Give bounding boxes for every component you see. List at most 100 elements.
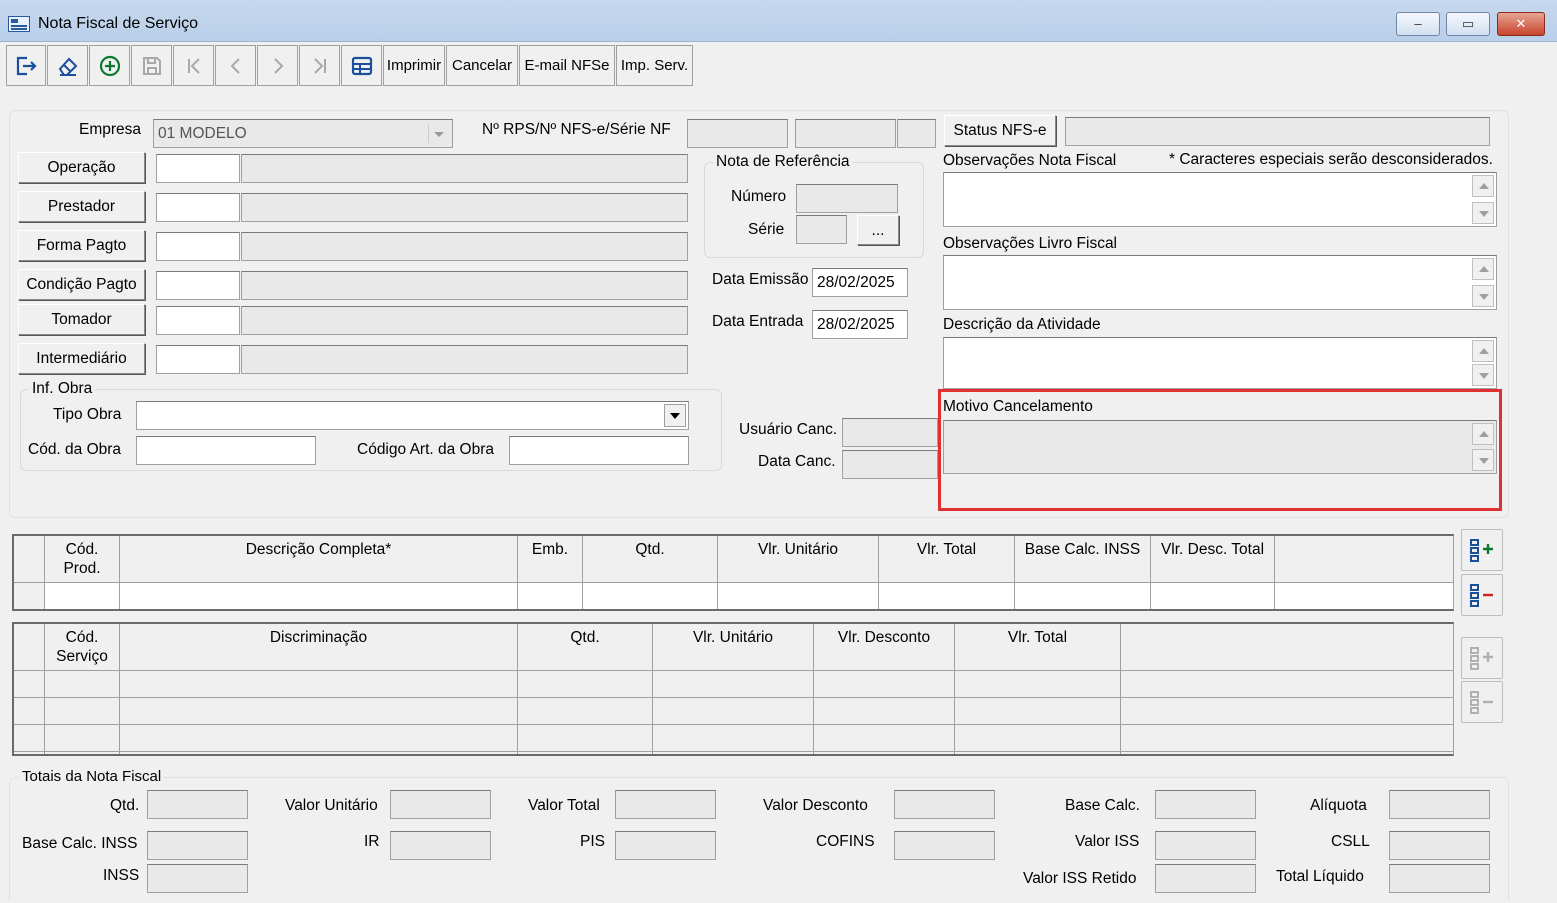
table-cell[interactable] <box>120 583 518 609</box>
descricao-atividade-label: Descrição da Atividade <box>943 316 1101 333</box>
empresa-select[interactable]: 01 MODELO <box>153 119 453 148</box>
email-nfse-button[interactable]: E-mail NFSe <box>519 45 615 86</box>
col-cod-prod[interactable]: Cód. Prod. <box>45 536 120 583</box>
condicao-pagto-code-field[interactable] <box>156 271 240 300</box>
clear-button[interactable] <box>47 45 88 86</box>
table-cell[interactable] <box>518 583 583 609</box>
prestador-button[interactable]: Prestador <box>18 191 145 222</box>
table-row[interactable] <box>14 671 1453 698</box>
condicao-pagto-desc-field <box>241 271 688 300</box>
scroll-up-icon[interactable] <box>1472 175 1494 197</box>
remove-product-row-button[interactable] <box>1461 574 1503 616</box>
cancelar-button[interactable]: Cancelar <box>446 45 518 86</box>
pis-label: PIS <box>580 833 605 850</box>
col-discriminacao[interactable]: Discriminação <box>120 624 518 671</box>
save-button[interactable] <box>131 45 172 86</box>
cofins-field <box>894 831 995 860</box>
operacao-button[interactable]: Operação <box>18 152 145 183</box>
forma-pagto-button[interactable]: Forma Pagto <box>18 230 145 261</box>
scroll-up-icon[interactable] <box>1472 340 1494 362</box>
remove-service-row-button[interactable] <box>1461 681 1503 723</box>
cod-obra-field[interactable] <box>136 436 316 465</box>
add-button[interactable] <box>89 45 130 86</box>
col-vlr-unitario[interactable]: Vlr. Unitário <box>653 624 814 671</box>
col-vlr-desc-total[interactable]: Vlr. Desc. Total <box>1151 536 1275 583</box>
products-grid[interactable]: Cód. Prod. Descrição Completa* Emb. Qtd.… <box>12 534 1454 611</box>
obs-livro-textarea[interactable] <box>943 255 1497 310</box>
table-cell[interactable] <box>879 583 1015 609</box>
first-record-button[interactable] <box>173 45 214 86</box>
table-cell[interactable] <box>1275 583 1453 609</box>
forma-pagto-code-field[interactable] <box>156 232 240 261</box>
exit-button[interactable] <box>6 45 46 86</box>
table-row-indicator <box>14 583 45 609</box>
col-cod-servico[interactable]: Cód. Serviço <box>45 624 120 671</box>
col-vlr-desconto[interactable]: Vlr. Desconto <box>814 624 955 671</box>
table-view-button[interactable] <box>341 45 382 86</box>
status-nfse-button[interactable]: Status NFS-e <box>944 115 1056 146</box>
col-vlr-total[interactable]: Vlr. Total <box>879 536 1015 583</box>
table-cell[interactable] <box>718 583 879 609</box>
ref-browse-button[interactable]: ... <box>857 215 899 245</box>
grid-line <box>119 671 120 754</box>
col-qtd[interactable]: Qtd. <box>518 624 653 671</box>
col-vlr-unitario[interactable]: Vlr. Unitário <box>718 536 879 583</box>
nfse-number-field[interactable] <box>795 119 896 148</box>
add-product-row-button[interactable] <box>1461 529 1503 571</box>
col-vlr-total[interactable]: Vlr. Total <box>955 624 1121 671</box>
col-descricao-completa[interactable]: Descrição Completa* <box>120 536 518 583</box>
intermediario-button[interactable]: Intermediário <box>18 343 145 374</box>
descricao-scrollbar[interactable] <box>1472 340 1494 386</box>
grid-line <box>517 671 518 754</box>
condicao-pagto-button[interactable]: Condição Pagto <box>18 269 145 300</box>
valor-iss-field <box>1155 831 1256 860</box>
table-row[interactable] <box>14 725 1453 752</box>
table-cell[interactable] <box>583 583 718 609</box>
data-entrada-field[interactable]: 28/02/2025 <box>812 310 908 339</box>
obs-nf-textarea[interactable] <box>943 172 1497 227</box>
csll-field <box>1389 831 1490 860</box>
add-icon <box>99 55 120 77</box>
data-canc-label: Data Canc. <box>758 453 836 470</box>
add-service-row-button[interactable] <box>1461 637 1503 679</box>
last-record-button[interactable] <box>299 45 340 86</box>
minimize-button[interactable]: – <box>1396 12 1440 36</box>
grid-line <box>652 671 653 754</box>
next-record-button[interactable] <box>257 45 298 86</box>
scroll-down-icon[interactable] <box>1472 202 1494 224</box>
prestador-code-field[interactable] <box>156 193 240 222</box>
rps-number-field[interactable] <box>687 119 788 148</box>
imprimir-button[interactable]: Imprimir <box>383 45 445 86</box>
obs-livro-scrollbar[interactable] <box>1472 258 1494 307</box>
operacao-code-field[interactable] <box>156 154 240 183</box>
imp-serv-button[interactable]: Imp. Serv. <box>616 45 693 86</box>
col-qtd[interactable]: Qtd. <box>583 536 718 583</box>
col-base-calc-inss[interactable]: Base Calc. INSS <box>1015 536 1151 583</box>
table-cell[interactable] <box>45 583 120 609</box>
close-button[interactable]: ✕ <box>1497 12 1545 36</box>
data-emissao-field[interactable]: 28/02/2025 <box>812 268 908 297</box>
tipo-obra-select[interactable] <box>136 401 689 430</box>
previous-record-button[interactable] <box>215 45 256 86</box>
col-emb[interactable]: Emb. <box>518 536 583 583</box>
codigo-art-field[interactable] <box>509 436 689 465</box>
table-cell[interactable] <box>1015 583 1151 609</box>
serie-nf-field[interactable] <box>897 119 936 148</box>
scroll-up-icon[interactable] <box>1472 258 1494 280</box>
scroll-down-icon[interactable] <box>1472 364 1494 386</box>
table-row[interactable] <box>14 698 1453 725</box>
scroll-down-icon[interactable] <box>1472 285 1494 307</box>
descricao-atividade-textarea[interactable] <box>943 337 1497 389</box>
services-grid[interactable]: Cód. Serviço Discriminação Qtd. Vlr. Uni… <box>12 622 1454 756</box>
ref-serie-field[interactable] <box>796 215 847 244</box>
app-icon <box>8 16 30 32</box>
intermediario-code-field[interactable] <box>156 345 240 374</box>
row-indicator-header <box>14 536 45 583</box>
tomador-code-field[interactable] <box>156 306 240 335</box>
obs-nf-scrollbar[interactable] <box>1472 175 1494 224</box>
ref-numero-field[interactable] <box>796 184 898 213</box>
obs-nf-label: Observações Nota Fiscal <box>943 152 1117 169</box>
tomador-button[interactable]: Tomador <box>18 304 145 335</box>
maximize-button[interactable]: ▭ <box>1446 12 1490 36</box>
table-cell[interactable] <box>1151 583 1275 609</box>
